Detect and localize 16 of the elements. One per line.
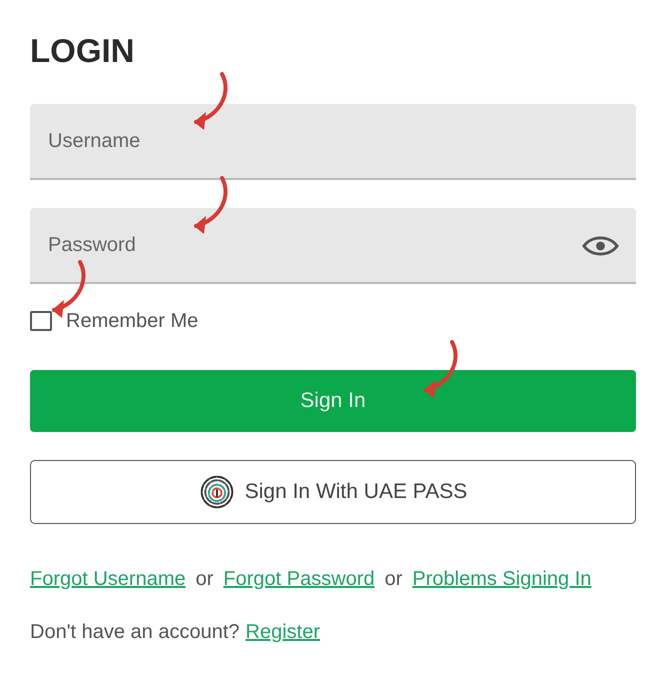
login-title: LOGIN — [30, 31, 136, 71]
help-link[interactable]: Forgot Username — [30, 568, 186, 591]
sign-in-button[interactable]: Sign In — [30, 370, 636, 432]
help-link[interactable]: Forgot Password — [223, 568, 375, 591]
password-field[interactable]: Password — [30, 208, 636, 284]
register-prompt: Don't have an account? — [30, 621, 240, 644]
uae-pass-button[interactable]: Sign In With UAE PASS — [30, 460, 636, 524]
username-field[interactable]: Username — [30, 104, 636, 180]
fingerprint-icon — [198, 474, 235, 510]
or-text: or — [384, 568, 402, 591]
register-link[interactable]: Register — [246, 621, 320, 644]
remember-label: Remember Me — [66, 310, 198, 332]
eye-icon[interactable] — [582, 234, 619, 258]
remember-checkbox[interactable] — [30, 311, 52, 331]
or-text: or — [196, 568, 214, 591]
help-link[interactable]: Problems Signing In — [412, 568, 592, 591]
